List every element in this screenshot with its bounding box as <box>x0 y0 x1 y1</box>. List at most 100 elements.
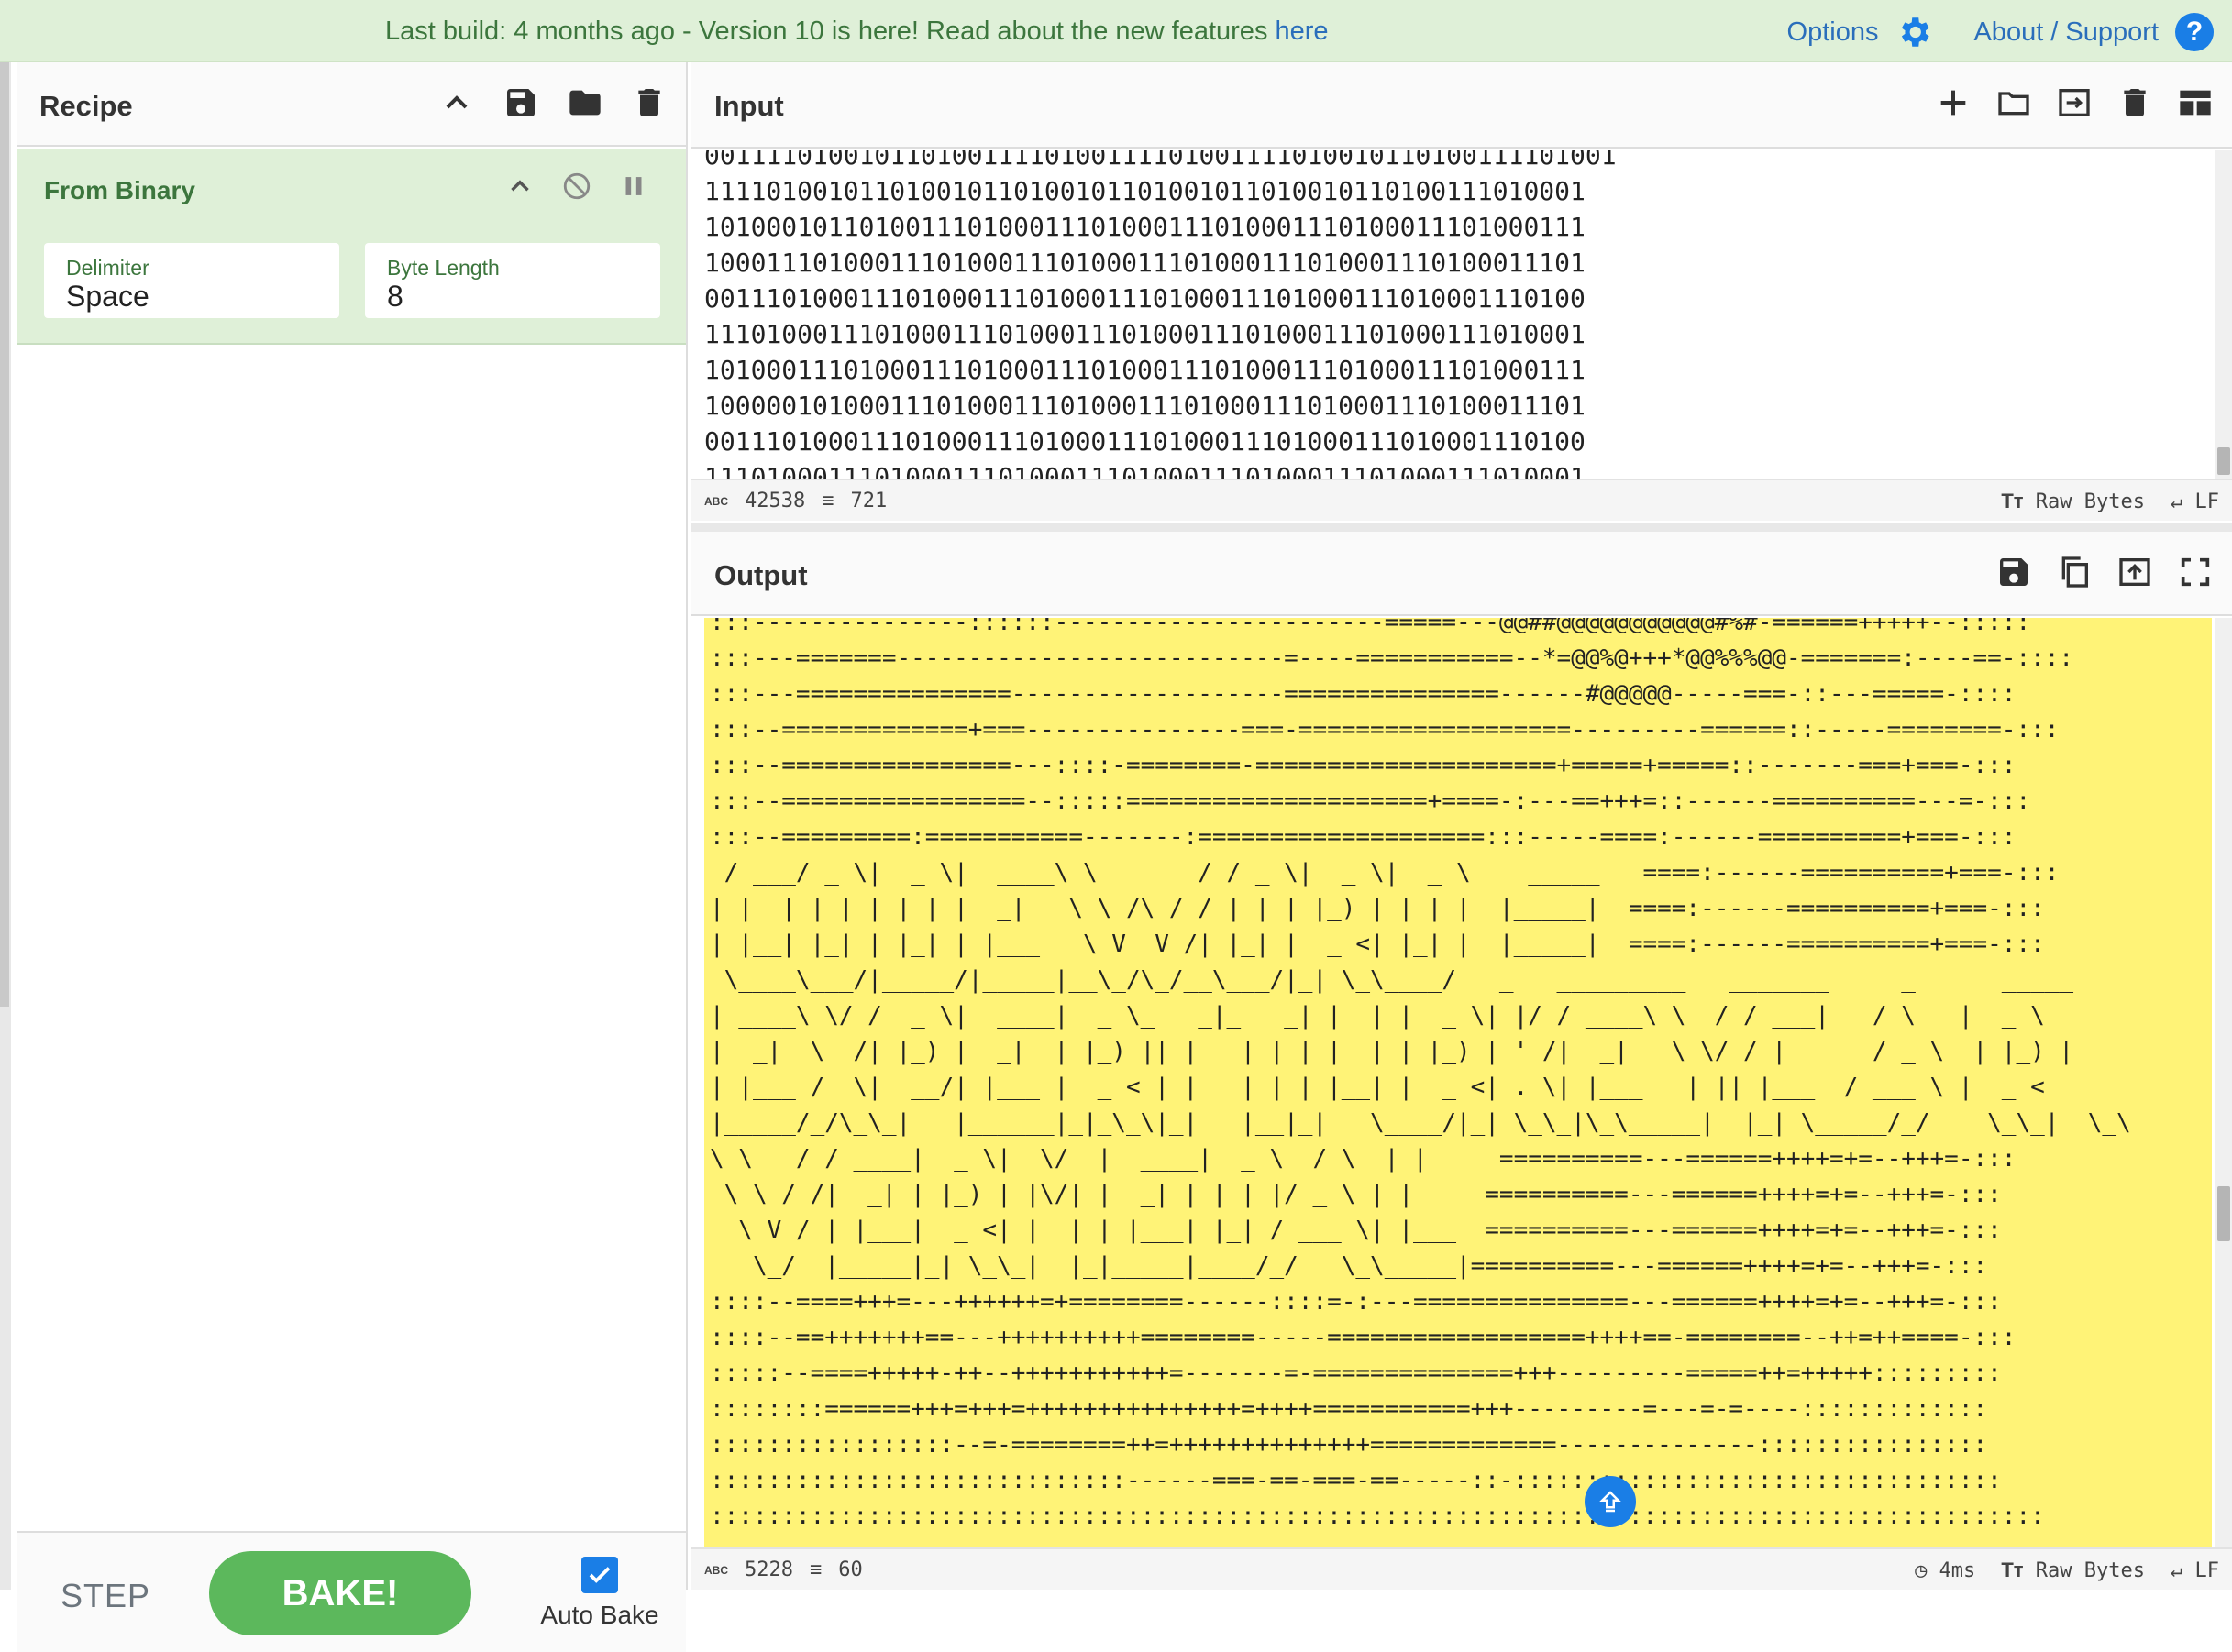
help-icon[interactable]: ? <box>2175 13 2214 51</box>
output-line-count-icon: ≡ <box>809 1558 823 1581</box>
layout-icon[interactable] <box>2177 84 2214 121</box>
input-line: 1111010010110100101101001011010010110100… <box>704 176 1586 206</box>
output-line: | _| \ /| |_) | _| | |_) || | | | | | | … <box>710 1038 2074 1065</box>
output-line: :::--================---::::-========-==… <box>710 752 2017 779</box>
auto-bake-checkbox[interactable] <box>581 1557 618 1593</box>
output-line: :::---=======---------------------------… <box>710 644 2074 672</box>
open-file-icon[interactable] <box>2056 84 2093 121</box>
input-eol-label: LF <box>2194 490 2220 513</box>
input-panel: Input 0011110100101101001111010011110100… <box>691 62 2232 523</box>
options-link[interactable]: Options <box>1787 17 1879 48</box>
clear-input-icon[interactable] <box>2116 84 2153 121</box>
output-encoding[interactable]: Tт Raw Bytes <box>2001 1558 2145 1582</box>
output-eol[interactable]: ↵ LF <box>2171 1559 2219 1582</box>
input-text: 0011110100101101001111010011110100111101… <box>704 150 1617 479</box>
delimiter-field[interactable]: Delimiter Space <box>44 243 339 318</box>
folder-icon[interactable] <box>567 84 603 121</box>
pane-divider[interactable] <box>691 523 2232 532</box>
output-panel: Output :::---------------::::::---------… <box>691 532 2232 1590</box>
checkmark-icon <box>589 1567 611 1583</box>
input-line: 0011101000111010001110100011101000111010… <box>704 283 1586 314</box>
output-line: |_____/_/\_\_| |______|_|_\_\|_| |__|_| … <box>710 1109 2131 1137</box>
input-line: 1000001010001110100011101000111010001110… <box>704 391 1586 421</box>
input-line: 1010001110100011101000111010001110100011… <box>704 355 1586 385</box>
replace-input-icon[interactable] <box>2116 554 2153 590</box>
arrow-up-icon <box>1599 1491 1621 1513</box>
bake-time: ◷ 4ms <box>1915 1559 1975 1582</box>
byte-length-value: 8 <box>387 280 403 313</box>
build-notice: Last build: 4 months ago - Version 10 is… <box>385 17 1329 47</box>
input-line: 1110100011101000111010001110100011101000… <box>704 319 1586 349</box>
input-line: 1000111010001110100011101000111010001110… <box>704 248 1586 278</box>
save-icon[interactable] <box>503 84 539 121</box>
output-text: :::---------------::::::----------------… <box>710 618 2131 1535</box>
pause-icon[interactable] <box>618 171 649 202</box>
output-line: \ \ / /| _| | |_) | |\/| | _| | | | |/ _… <box>710 1181 2002 1208</box>
input-textarea[interactable]: 0011110100101101001111010011110100111101… <box>691 150 2232 479</box>
input-encoding[interactable]: Tт Raw Bytes <box>2001 490 2145 513</box>
output-line: | |___ / \| __/| |___ | _ < | | | | | |_… <box>710 1074 2045 1101</box>
delimiter-label: Delimiter <box>66 256 149 280</box>
output-line: :::::--====+++++-++--+++++++++++=-------… <box>710 1360 2002 1387</box>
save-output-icon[interactable] <box>1995 554 2032 590</box>
input-title: Input <box>714 90 784 122</box>
input-scrollbar[interactable] <box>2215 150 2232 479</box>
output-scrollbar[interactable] <box>2215 618 2232 1547</box>
input-eol[interactable]: ↵ LF <box>2171 490 2219 513</box>
output-line: :::--=================--:::::===========… <box>710 787 2031 815</box>
copy-icon[interactable] <box>2056 554 2093 590</box>
line-count-icon: ≡ <box>822 490 834 512</box>
text-size-icon: Tт <box>2001 490 2024 512</box>
top-notice-bar: Last build: 4 months ago - Version 10 is… <box>0 0 2232 62</box>
byte-length-field[interactable]: Byte Length 8 <box>365 243 660 318</box>
maximise-icon[interactable] <box>2177 554 2214 590</box>
auto-bake-toggle[interactable]: Auto Bake <box>526 1557 673 1630</box>
chevron-up-icon[interactable] <box>438 84 475 121</box>
input-line: 1010001011010011101000111010001110100011… <box>704 212 1586 242</box>
output-line: :::::::::::::::::::::::::::::------===-=… <box>710 1467 2002 1494</box>
scroll-top-button[interactable] <box>1585 1476 1636 1527</box>
gutter-scrollbar[interactable] <box>0 62 9 1007</box>
output-line: | ____\ \/ / _ \| ____| _ \_ _|_ _| | | … <box>710 1002 2045 1030</box>
output-line: :::--=========:===========-------:======… <box>710 823 2017 851</box>
output-line: ::::--====+++=---++++++=+========------:… <box>710 1288 2002 1316</box>
features-link[interactable]: here <box>1276 17 1329 46</box>
clock-icon: ◷ <box>1915 1558 1928 1582</box>
output-text-size-icon: Tт <box>2001 1558 2024 1581</box>
output-char-count: 5228 <box>745 1558 793 1581</box>
output-status-bar: ABC 5228 ≡ 60 ◷ 4ms Tт Raw Bytes ↵ LF <box>691 1547 2232 1590</box>
output-line: :::--=============+===---------------===… <box>710 716 2060 743</box>
about-support-link[interactable]: About / Support <box>1973 17 2159 48</box>
trash-icon[interactable] <box>631 84 668 121</box>
input-encoding-label: Raw Bytes <box>2035 490 2145 513</box>
char-count-icon: ABC <box>704 494 728 508</box>
output-line: \____\___/|_____/|_____|__\_/\_/__\___/|… <box>710 966 2074 994</box>
collapse-chevron-icon[interactable] <box>504 171 536 202</box>
auto-bake-label: Auto Bake <box>540 1601 659 1629</box>
delimiter-value: Space <box>66 280 149 313</box>
input-line: 0011101000111010001110100011101000111010… <box>704 426 1586 457</box>
output-text-area[interactable]: :::---------------::::::----------------… <box>704 618 2212 1547</box>
output-line: \ \ / / ____| _ \| \/ | ____| _ \ / \ | … <box>710 1145 2017 1173</box>
add-tab-icon[interactable] <box>1935 84 1972 121</box>
bake-time-label: 4ms <box>1939 1558 1976 1582</box>
step-button[interactable]: STEP <box>61 1577 150 1615</box>
output-encoding-label: Raw Bytes <box>2035 1559 2145 1582</box>
output-line: ::::--==+++++++==---++++++++++========--… <box>710 1324 2017 1351</box>
disable-icon[interactable] <box>561 171 592 202</box>
output-line: | | | | | | | | | _| \ \ /\ / / | | | |_… <box>710 895 2045 922</box>
input-char-count: 42538 <box>745 490 806 512</box>
input-line-count: 721 <box>850 490 888 512</box>
gear-icon[interactable] <box>1895 13 1933 51</box>
operation-from-binary[interactable]: From Binary Delimiter Space Byte Length … <box>17 149 686 345</box>
operation-name: From Binary <box>44 176 195 204</box>
bake-button[interactable]: BAKE! <box>209 1551 471 1635</box>
input-line: 1110100011101000111010001110100011101000… <box>704 462 1586 479</box>
output-line: | |__| |_| | |_| | |___ \ V V /| |_| | _… <box>710 931 2045 958</box>
return-icon: ↵ <box>2171 490 2183 513</box>
recipe-controls: STEP BAKE! Auto Bake <box>17 1531 686 1652</box>
input-line: 0011110100101101001111010011110100111101… <box>704 150 1617 171</box>
open-folder-icon[interactable] <box>1995 84 2032 121</box>
output-line: :::---------------::::::----------------… <box>710 618 2031 636</box>
output-title: Output <box>714 559 808 591</box>
